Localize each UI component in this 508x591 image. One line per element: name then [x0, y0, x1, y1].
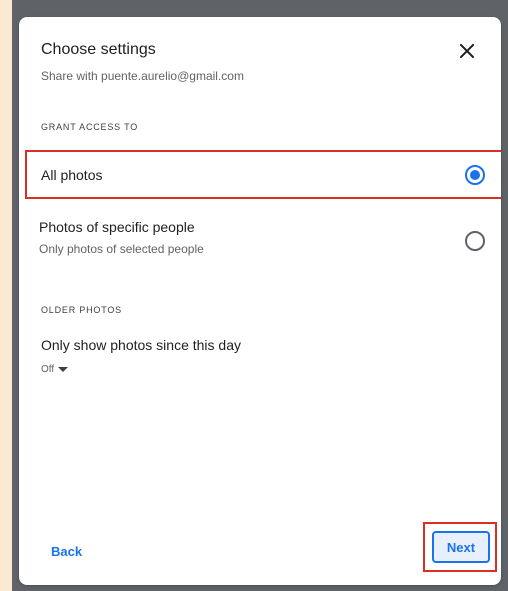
caret-down-icon: [58, 366, 69, 372]
grant-access-label: GRANT ACCESS TO: [41, 122, 139, 132]
since-day-dropdown[interactable]: Off: [41, 362, 69, 376]
close-button[interactable]: [453, 37, 481, 65]
dialog-subtitle: Share with puente.aurelio@gmail.com: [41, 69, 244, 83]
option-specific-people-label: Photos of specific people: [39, 219, 195, 235]
option-all-photos-label: All photos: [41, 167, 103, 183]
option-all-photos[interactable]: All photos: [25, 150, 501, 199]
option-specific-people-description: Only photos of selected people: [39, 242, 204, 256]
older-photos-label: OLDER PHOTOS: [41, 305, 122, 315]
next-button[interactable]: Next: [432, 531, 490, 563]
choose-settings-dialog: Choose settings Share with puente.aureli…: [19, 17, 501, 585]
radio-specific-people[interactable]: [465, 231, 485, 251]
dialog-title: Choose settings: [41, 41, 156, 58]
next-button-highlight: Next: [423, 522, 497, 572]
back-button[interactable]: Back: [39, 537, 94, 565]
since-day-value: Off: [41, 363, 55, 375]
radio-all-photos[interactable]: [465, 165, 485, 185]
older-photos-title: Only show photos since this day: [41, 337, 241, 353]
option-specific-people[interactable]: Photos of specific people Only photos of…: [25, 211, 501, 267]
close-icon: [460, 44, 474, 58]
